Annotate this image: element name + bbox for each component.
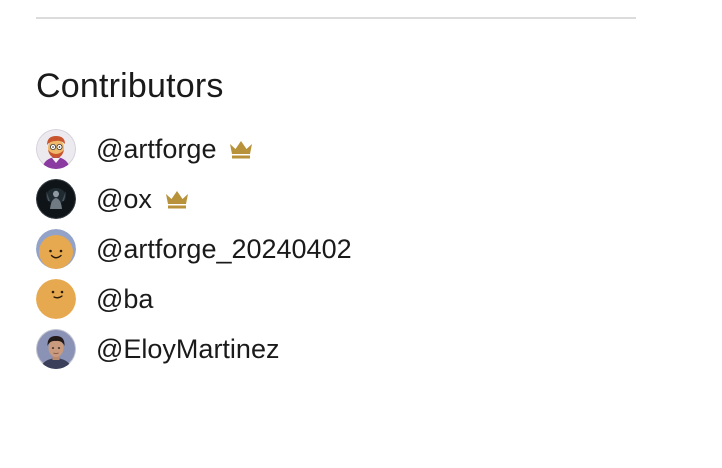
contributor-row: @artforge_20240402 [36, 229, 352, 269]
contributors-heading: Contributors [36, 67, 224, 105]
contributor-handle[interactable]: @artforge_20240402 [96, 229, 352, 269]
smiley-avatar-icon[interactable] [36, 229, 76, 269]
contributor-handle[interactable]: @artforge [96, 129, 216, 169]
contributor-handle[interactable]: @ox [96, 179, 152, 219]
dark-figure-avatar-icon[interactable] [36, 179, 76, 219]
contributors-list: @artforge @ox @artforge_20240402 @ba @El… [36, 129, 352, 379]
photo-avatar-icon[interactable] [36, 329, 76, 369]
contributor-row: @artforge [36, 129, 352, 169]
smiley-avatar-icon[interactable] [36, 279, 76, 319]
crown-icon [228, 138, 254, 160]
contributor-handle[interactable]: @EloyMartinez [96, 329, 279, 369]
contributor-handle[interactable]: @ba [96, 279, 153, 319]
contributor-row: @ba [36, 279, 352, 319]
section-divider [36, 17, 636, 19]
contributor-row: @ox [36, 179, 352, 219]
cartoon-avatar-icon[interactable] [36, 129, 76, 169]
contributor-row: @EloyMartinez [36, 329, 352, 369]
crown-icon [164, 188, 190, 210]
